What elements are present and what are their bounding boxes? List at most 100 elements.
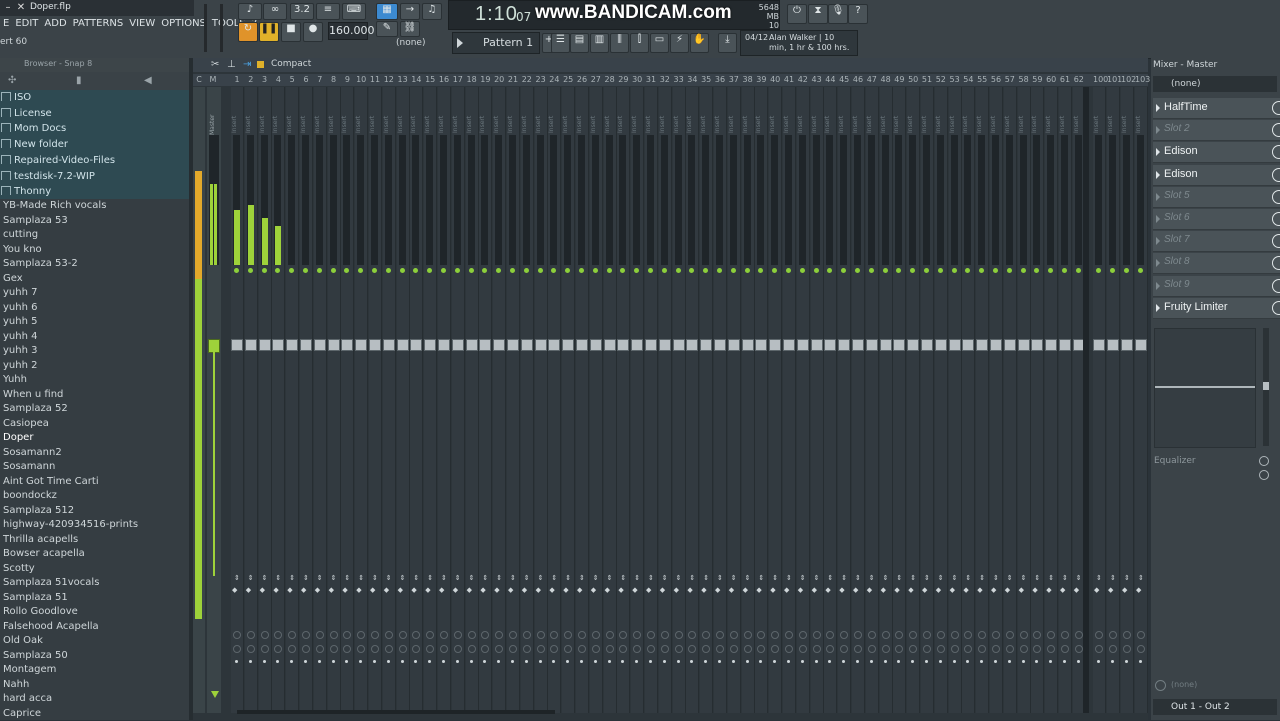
pan-knob-icon[interactable]: ◆: [342, 587, 352, 594]
mute-led[interactable]: [247, 268, 253, 273]
project-browser-icon[interactable]: ▭: [650, 33, 669, 53]
send-knob-icon[interactable]: [1095, 631, 1103, 639]
send-knob-icon[interactable]: [453, 631, 462, 639]
pan-knob-icon[interactable]: ◆: [273, 587, 283, 594]
file-item[interactable]: Samplaza 51: [3, 591, 68, 605]
route-knob-icon[interactable]: [1074, 645, 1083, 653]
route-knob-icon[interactable]: [647, 645, 655, 653]
send-knob-icon[interactable]: [798, 631, 807, 639]
route-dot-icon[interactable]: [483, 660, 487, 663]
slot-mix-knob-icon[interactable]: [1272, 167, 1280, 182]
stereo-swap-icon[interactable]: ⇕: [800, 575, 806, 582]
route-dot-icon[interactable]: [455, 660, 459, 663]
stereo-swap-icon[interactable]: ⇕: [979, 575, 985, 582]
route-knob-icon[interactable]: [495, 645, 504, 653]
mute-led[interactable]: [413, 268, 419, 273]
send-knob-icon[interactable]: [288, 631, 297, 639]
insert-strip[interactable]: Insert ⇕ ◆: [327, 87, 341, 713]
mute-led[interactable]: [482, 268, 488, 273]
menu-options[interactable]: OPTIONS: [158, 17, 209, 33]
insert-strip[interactable]: Insert ⇕ ◆: [1017, 87, 1031, 713]
effect-slot[interactable]: Slot 6: [1153, 209, 1280, 230]
insert-strip[interactable]: Insert ⇕ ◆: [520, 87, 534, 713]
send-knob-icon[interactable]: [412, 631, 421, 639]
mixer-icon[interactable]: ⫼: [610, 33, 629, 53]
speaker-icon[interactable]: ◀: [144, 75, 152, 86]
mute-led[interactable]: [648, 268, 653, 273]
route-dot-icon[interactable]: [718, 660, 721, 663]
folder-item[interactable]: ISO: [0, 90, 189, 106]
pan-knob-icon[interactable]: ◆: [398, 587, 408, 594]
pan-knob-icon[interactable]: ◆: [1060, 587, 1070, 594]
pan-knob-icon[interactable]: ◆: [287, 587, 297, 594]
route-knob-icon[interactable]: [881, 645, 890, 653]
route-dot-icon[interactable]: [373, 660, 376, 663]
route-dot-icon[interactable]: [676, 660, 680, 663]
pan-knob-icon[interactable]: ◆: [246, 587, 256, 594]
send-knob-icon[interactable]: [315, 631, 324, 639]
plugin-picker-icon[interactable]: ⫿: [630, 33, 649, 53]
mute-led[interactable]: [592, 268, 598, 273]
send-knob-icon[interactable]: [840, 631, 849, 639]
route-dot-icon[interactable]: [911, 660, 915, 663]
output-route-icon[interactable]: [1155, 680, 1166, 691]
insert-strip[interactable]: Insert ⇕ ◆: [562, 87, 576, 713]
pan-knob-icon[interactable]: ◆: [439, 587, 449, 594]
route-dot-icon[interactable]: [400, 660, 404, 663]
route-dot-icon[interactable]: [731, 660, 735, 663]
volume-fader[interactable]: [272, 339, 285, 351]
stereo-swap-icon[interactable]: ⇕: [441, 575, 447, 582]
mute-led[interactable]: [924, 268, 929, 273]
pan-knob-icon[interactable]: ◆: [798, 587, 808, 594]
insert-strip[interactable]: Insert ⇕ ◆: [921, 87, 934, 713]
mute-led[interactable]: [951, 268, 957, 273]
volume-fader[interactable]: [658, 339, 671, 351]
mute-led[interactable]: [620, 268, 626, 273]
volume-fader[interactable]: [879, 339, 892, 351]
insert-strip[interactable]: Insert ⇕ ◆: [286, 87, 300, 713]
insert-strip[interactable]: Insert ⇕ ◆: [589, 87, 603, 713]
pan-knob-icon[interactable]: ◆: [591, 587, 601, 594]
pan-knob-icon[interactable]: ◆: [508, 587, 518, 594]
route-dot-icon[interactable]: [1097, 660, 1100, 663]
metronome-icon[interactable]: ♪: [238, 3, 262, 20]
mute-led[interactable]: [510, 268, 515, 273]
volume-fader[interactable]: [396, 339, 409, 351]
mute-led[interactable]: [523, 268, 529, 273]
insert-strip[interactable]: Insert ⇕ ◆: [976, 87, 990, 713]
file-item[interactable]: Nahh: [3, 678, 29, 692]
stereo-swap-icon[interactable]: ⇕: [607, 575, 613, 582]
file-item[interactable]: Samplaza 52: [3, 402, 68, 416]
mute-led[interactable]: [385, 268, 391, 273]
send-knob-icon[interactable]: [895, 631, 904, 639]
stereo-swap-icon[interactable]: ⇕: [855, 575, 861, 582]
file-item[interactable]: Rollo Goodlove: [3, 605, 78, 619]
insert-strip[interactable]: Insert ⇕ ◆: [645, 87, 658, 713]
route-dot-icon[interactable]: [759, 660, 763, 663]
insert-strip[interactable]: Insert ⇕ ◆: [783, 87, 796, 713]
route-knob-icon[interactable]: [978, 645, 987, 653]
send-knob-icon[interactable]: [992, 631, 1000, 639]
route-dot-icon[interactable]: [635, 660, 639, 663]
microphone-icon[interactable]: 🎙: [828, 4, 848, 24]
mute-led[interactable]: [910, 268, 916, 273]
route-dot-icon[interactable]: [1063, 660, 1066, 663]
send-knob-icon[interactable]: [647, 631, 655, 639]
stereo-swap-icon[interactable]: ⇕: [1021, 575, 1027, 582]
route-knob-icon[interactable]: [536, 645, 545, 653]
output-selector[interactable]: Out 1 - Out 2: [1153, 699, 1277, 715]
mute-led[interactable]: [330, 268, 336, 273]
mute-led[interactable]: [454, 268, 460, 273]
stereo-swap-icon[interactable]: ⇕: [524, 575, 530, 582]
route-dot-icon[interactable]: [442, 660, 445, 663]
send-knob-icon[interactable]: [771, 631, 780, 639]
mute-led[interactable]: [537, 268, 543, 273]
stereo-swap-icon[interactable]: ⇕: [662, 575, 668, 582]
route-dot-icon[interactable]: [304, 660, 307, 663]
volume-fader[interactable]: [727, 339, 740, 351]
stereo-swap-icon[interactable]: ⇕: [869, 575, 875, 582]
send-knob-icon[interactable]: [812, 631, 821, 639]
send-knob-icon[interactable]: [854, 631, 862, 639]
piano-roll-icon[interactable]: ▦: [376, 3, 398, 20]
mute-led[interactable]: [993, 268, 998, 273]
